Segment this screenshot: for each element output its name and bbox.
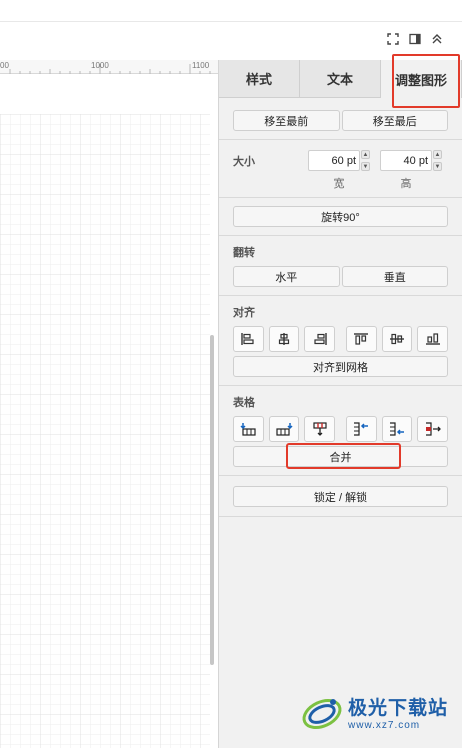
insert-row-above-icon[interactable] xyxy=(233,416,264,442)
rotate-section: 旋转90° xyxy=(219,198,462,236)
width-up-icon[interactable]: ▲ xyxy=(361,150,370,159)
flip-vertical-button[interactable]: 垂直 xyxy=(341,266,448,287)
align-title: 对齐 xyxy=(233,307,255,319)
flip-horizontal-button[interactable]: 水平 xyxy=(233,266,340,287)
merge-cells-button[interactable]: 合并 xyxy=(233,446,448,467)
height-caption: 高 xyxy=(400,178,412,190)
delete-column-icon[interactable] xyxy=(417,416,449,442)
toolbar-icons xyxy=(386,32,444,46)
collapse-up-icon[interactable] xyxy=(430,32,444,46)
to-front-button[interactable]: 移至最前 xyxy=(233,110,340,131)
table-title: 表格 xyxy=(233,397,255,409)
height-down-icon[interactable]: ▼ xyxy=(433,162,442,171)
height-input[interactable] xyxy=(380,150,432,171)
fullscreen-icon[interactable] xyxy=(386,32,400,46)
watermark-title: 极光下载站 xyxy=(348,698,449,719)
align-center-icon[interactable] xyxy=(268,326,300,352)
horizontal-ruler: 00 1000 1100 xyxy=(0,60,218,74)
watermark-url: www.xz7.com xyxy=(348,720,421,731)
tab-arrange[interactable]: 调整图形 xyxy=(381,60,462,98)
align-section: 对齐 对齐到网格 xyxy=(219,296,462,386)
align-top-icon[interactable] xyxy=(346,326,377,352)
size-section: 大小 ▲▼ ▲▼ 宽 高 xyxy=(219,140,462,198)
snap-to-grid-button[interactable]: 对齐到网格 xyxy=(233,356,448,377)
size-label: 大小 xyxy=(233,155,255,168)
arrange-section: 移至最前 移至最后 xyxy=(219,98,462,140)
insert-row-below-icon[interactable] xyxy=(268,416,300,442)
diagram-canvas[interactable]: 00 1000 1100 xyxy=(0,60,218,748)
align-middle-icon[interactable] xyxy=(381,326,413,352)
watermark: 极光下载站 www.xz7.com xyxy=(300,692,448,732)
vertical-scrollbar[interactable] xyxy=(210,335,214,665)
watermark-logo-icon xyxy=(302,698,342,730)
lock-section: 锁定 / 解锁 xyxy=(219,476,462,517)
format-panel: 样式 文本 调整图形 移至最前 移至最后 大小 ▲▼ ▲▼ 宽 高 xyxy=(218,54,462,748)
align-right-icon[interactable] xyxy=(304,326,336,352)
width-input[interactable] xyxy=(308,150,360,171)
tab-text[interactable]: 文本 xyxy=(300,60,381,98)
width-down-icon[interactable]: ▼ xyxy=(361,162,370,171)
width-stepper[interactable]: ▲▼ xyxy=(308,150,370,171)
ruler-label: 1100 xyxy=(192,61,210,70)
lock-unlock-button[interactable]: 锁定 / 解锁 xyxy=(233,486,448,507)
delete-row-icon[interactable] xyxy=(304,416,336,442)
panel-tabs: 样式 文本 调整图形 xyxy=(219,54,462,108)
flip-section: 翻转 水平 垂直 xyxy=(219,236,462,296)
ruler-label: 00 xyxy=(0,61,9,70)
sidebar-toggle-icon[interactable] xyxy=(408,32,422,46)
top-strip xyxy=(0,0,462,22)
to-back-button[interactable]: 移至最后 xyxy=(341,110,448,131)
insert-column-left-icon[interactable] xyxy=(346,416,377,442)
align-left-icon[interactable] xyxy=(233,326,264,352)
table-section: 表格 合并 xyxy=(219,386,462,476)
toolbar xyxy=(0,22,462,60)
tab-style[interactable]: 样式 xyxy=(219,60,300,98)
height-stepper[interactable]: ▲▼ xyxy=(380,150,442,171)
align-bottom-icon[interactable] xyxy=(417,326,449,352)
flip-title: 翻转 xyxy=(233,247,255,259)
height-up-icon[interactable]: ▲ xyxy=(433,150,442,159)
ruler-label: 1000 xyxy=(91,61,109,70)
insert-column-right-icon[interactable] xyxy=(381,416,413,442)
canvas-grid xyxy=(0,114,210,748)
width-caption: 宽 xyxy=(333,178,345,190)
rotate-button[interactable]: 旋转90° xyxy=(233,206,448,227)
